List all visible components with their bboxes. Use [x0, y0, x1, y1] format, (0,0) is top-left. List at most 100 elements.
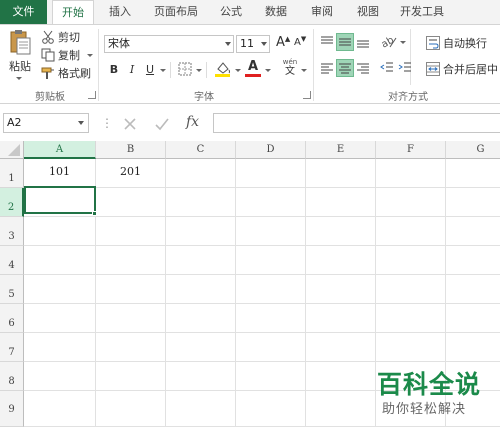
- font-color-button[interactable]: A: [244, 59, 262, 77]
- cell-c9[interactable]: [166, 391, 236, 427]
- cell-e7[interactable]: [306, 333, 376, 362]
- column-header-c[interactable]: C: [166, 141, 236, 159]
- cell-g4[interactable]: [446, 246, 500, 275]
- underline-button[interactable]: U: [142, 62, 158, 78]
- name-box[interactable]: A2: [3, 113, 89, 133]
- cell-c6[interactable]: [166, 304, 236, 333]
- column-header-b[interactable]: B: [96, 141, 166, 159]
- row-header-3[interactable]: 3: [0, 217, 24, 246]
- phonetic-dropdown-icon[interactable]: [301, 69, 307, 72]
- cell-b3[interactable]: [96, 217, 166, 246]
- font-launcher-icon[interactable]: [303, 91, 311, 99]
- cell-e6[interactable]: [306, 304, 376, 333]
- align-middle-button[interactable]: [336, 33, 354, 51]
- italic-button[interactable]: I: [124, 62, 140, 78]
- tab-formulas[interactable]: 公式: [212, 0, 250, 24]
- phonetic-button[interactable]: wén 文: [281, 58, 299, 77]
- cell-e8[interactable]: [306, 362, 376, 391]
- tab-page-layout[interactable]: 页面布局: [146, 0, 206, 24]
- row-header-2[interactable]: 2: [0, 188, 24, 217]
- tab-developer[interactable]: 开发工具: [394, 0, 450, 24]
- cell-d5[interactable]: [236, 275, 306, 304]
- cell-f2[interactable]: [376, 188, 446, 217]
- orientation-dropdown-icon[interactable]: [400, 41, 406, 44]
- cell-d2[interactable]: [236, 188, 306, 217]
- fill-color-dropdown-icon[interactable]: [235, 69, 241, 72]
- cell-a6[interactable]: [24, 304, 96, 333]
- increase-indent-icon[interactable]: [398, 61, 412, 75]
- cell-b1[interactable]: 201: [96, 159, 166, 188]
- row-header-1[interactable]: 1: [0, 159, 24, 188]
- cell-d3[interactable]: [236, 217, 306, 246]
- shrink-font-button[interactable]: A ▼: [294, 35, 306, 49]
- font-color-dropdown-icon[interactable]: [265, 69, 271, 72]
- cell-a3[interactable]: [24, 217, 96, 246]
- cell-e5[interactable]: [306, 275, 376, 304]
- row-header-9[interactable]: 9: [0, 391, 24, 427]
- cancel-icon[interactable]: [122, 116, 138, 132]
- cell-d9[interactable]: [236, 391, 306, 427]
- column-header-f[interactable]: F: [376, 141, 446, 159]
- cell-b4[interactable]: [96, 246, 166, 275]
- decrease-indent-icon[interactable]: [380, 61, 394, 75]
- cell-d8[interactable]: [236, 362, 306, 391]
- cell-f1[interactable]: [376, 159, 446, 188]
- cell-d7[interactable]: [236, 333, 306, 362]
- cell-e2[interactable]: [306, 188, 376, 217]
- cell-d6[interactable]: [236, 304, 306, 333]
- cell-e4[interactable]: [306, 246, 376, 275]
- column-header-g[interactable]: G: [446, 141, 500, 159]
- cell-f3[interactable]: [376, 217, 446, 246]
- cell-a9[interactable]: [24, 391, 96, 427]
- insert-function-button[interactable]: fx: [186, 114, 199, 130]
- cut-button[interactable]: 剪切: [41, 29, 80, 45]
- cell-g6[interactable]: [446, 304, 500, 333]
- column-header-a[interactable]: A: [24, 141, 96, 159]
- active-cell-a2[interactable]: [24, 186, 96, 214]
- cell-a7[interactable]: [24, 333, 96, 362]
- cell-g2[interactable]: [446, 188, 500, 217]
- cell-c7[interactable]: [166, 333, 236, 362]
- cell-f6[interactable]: [376, 304, 446, 333]
- cell-b2[interactable]: [96, 188, 166, 217]
- tab-review[interactable]: 审阅: [302, 0, 342, 24]
- borders-dropdown-icon[interactable]: [196, 69, 202, 72]
- column-header-d[interactable]: D: [236, 141, 306, 159]
- align-bottom-button[interactable]: [354, 33, 372, 51]
- tab-insert[interactable]: 插入: [100, 0, 140, 24]
- tab-file[interactable]: 文件: [0, 0, 47, 24]
- underline-dropdown-icon[interactable]: [160, 69, 166, 72]
- row-header-8[interactable]: 8: [0, 362, 24, 391]
- cell-g3[interactable]: [446, 217, 500, 246]
- cell-c4[interactable]: [166, 246, 236, 275]
- cell-a5[interactable]: [24, 275, 96, 304]
- copy-button[interactable]: 复制: [41, 47, 80, 63]
- cell-a4[interactable]: [24, 246, 96, 275]
- cell-e3[interactable]: [306, 217, 376, 246]
- wrap-text-button[interactable]: 自动换行: [426, 35, 487, 51]
- clipboard-launcher-icon[interactable]: [88, 91, 96, 99]
- format-painter-button[interactable]: 格式刷: [41, 65, 91, 81]
- cell-c3[interactable]: [166, 217, 236, 246]
- cell-g7[interactable]: [446, 333, 500, 362]
- cell-b8[interactable]: [96, 362, 166, 391]
- fill-color-icon[interactable]: [214, 60, 232, 78]
- font-name-select[interactable]: 宋体: [104, 35, 234, 53]
- cell-b6[interactable]: [96, 304, 166, 333]
- column-header-e[interactable]: E: [306, 141, 376, 159]
- bold-button[interactable]: B: [106, 62, 122, 78]
- cell-c2[interactable]: [166, 188, 236, 217]
- tab-home[interactable]: 开始: [52, 0, 94, 25]
- copy-dropdown-icon[interactable]: [87, 54, 93, 57]
- enter-check-icon[interactable]: [154, 116, 170, 132]
- row-header-7[interactable]: 7: [0, 333, 24, 362]
- select-all-corner[interactable]: [0, 141, 24, 159]
- fill-handle[interactable]: [92, 211, 97, 216]
- grow-font-button[interactable]: A ▲: [276, 35, 290, 51]
- cell-f5[interactable]: [376, 275, 446, 304]
- cell-b9[interactable]: [96, 391, 166, 427]
- cell-g5[interactable]: [446, 275, 500, 304]
- cell-c5[interactable]: [166, 275, 236, 304]
- cell-f4[interactable]: [376, 246, 446, 275]
- cell-c1[interactable]: [166, 159, 236, 188]
